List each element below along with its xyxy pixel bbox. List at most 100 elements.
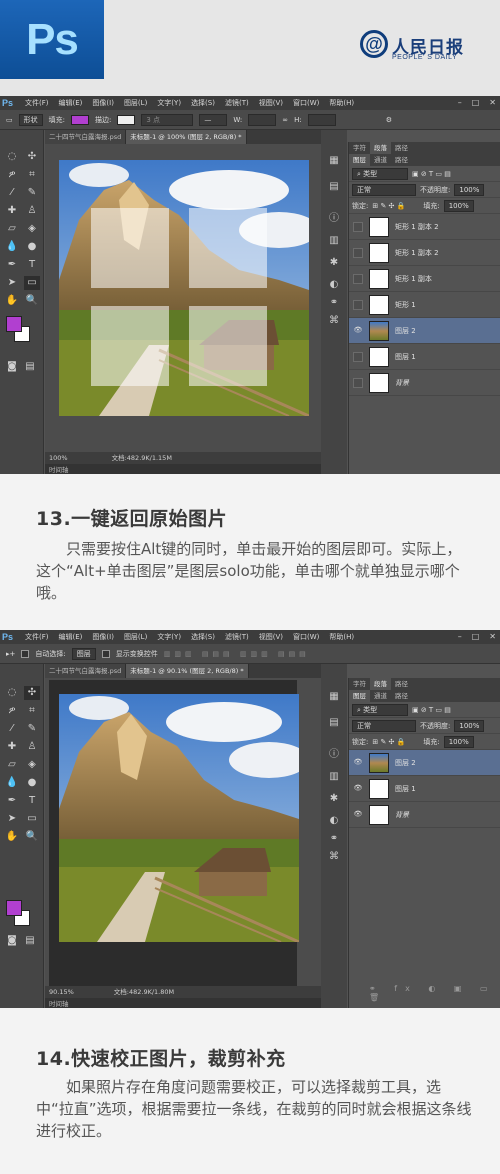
history-icon[interactable]: ▦ bbox=[326, 154, 342, 168]
adjustments-icon[interactable]: ◐ bbox=[326, 814, 342, 828]
layer-row[interactable]: 👁 图层 1 bbox=[349, 776, 500, 802]
tab-paths[interactable]: 路径 bbox=[391, 154, 412, 166]
channels-icon[interactable]: ⚭ bbox=[326, 296, 342, 310]
menu-file[interactable]: 文件(F) bbox=[25, 98, 49, 108]
width-field[interactable] bbox=[248, 113, 277, 126]
visibility-icon[interactable]: 👁 bbox=[353, 784, 363, 794]
styles-icon[interactable]: ✱ bbox=[326, 792, 342, 806]
blend-mode-select[interactable]: 正常 bbox=[352, 183, 416, 196]
marquee-tool-icon[interactable]: ◌ bbox=[4, 150, 20, 164]
bucket-tool-icon[interactable]: ◈ bbox=[24, 222, 40, 236]
properties-icon[interactable]: ▤ bbox=[326, 180, 342, 194]
menu-window[interactable]: 窗口(W) bbox=[293, 98, 319, 108]
move-tool-icon[interactable]: ✣ bbox=[24, 686, 40, 700]
brush-tool-icon[interactable]: ✎ bbox=[24, 722, 40, 736]
tab-path[interactable]: 路径 bbox=[391, 142, 412, 154]
white-rect-1[interactable] bbox=[91, 208, 169, 288]
tab-path[interactable]: 路径 bbox=[391, 678, 412, 690]
screen-mode-icon[interactable]: ▤ bbox=[22, 934, 38, 948]
channels-icon[interactable]: ⚭ bbox=[326, 832, 342, 846]
layer-row[interactable]: 矩形 1 bbox=[349, 292, 500, 318]
visibility-toggle[interactable]: 👁 bbox=[353, 326, 363, 336]
lock-icons[interactable]: ⊞ ✎ ✣ 🔒 bbox=[372, 202, 405, 210]
visibility-toggle[interactable] bbox=[353, 221, 363, 232]
stroke-type-select[interactable]: — bbox=[199, 113, 228, 126]
tab-paths[interactable]: 路径 bbox=[391, 690, 412, 702]
eyedropper-icon[interactable]: ⁄ bbox=[4, 186, 20, 200]
move-preset-icon[interactable]: ▸+ bbox=[6, 650, 15, 658]
auto-select-checkbox[interactable] bbox=[21, 649, 30, 658]
bucket-tool-icon[interactable]: ◈ bbox=[24, 758, 40, 772]
menu-image[interactable]: 图像(I) bbox=[92, 98, 114, 108]
align-icons[interactable]: ▥▥▥ ▤▤▤ ▥▥▥ ▤▤▤ bbox=[164, 650, 310, 658]
menu-edit[interactable]: 编辑(E) bbox=[59, 632, 83, 642]
show-transform-checkbox[interactable] bbox=[101, 649, 110, 658]
tab-layers[interactable]: 图层 bbox=[349, 690, 370, 702]
filter-icons[interactable]: ▣ ⊘ T ▭ ▤ bbox=[412, 170, 451, 178]
white-rect-3[interactable] bbox=[91, 306, 169, 386]
close-icon[interactable]: ✕ bbox=[489, 632, 496, 641]
menu-view[interactable]: 视图(V) bbox=[259, 632, 283, 642]
path-select-icon[interactable]: ➤ bbox=[4, 812, 20, 826]
close-icon[interactable]: ✕ bbox=[489, 98, 496, 107]
visibility-toggle[interactable] bbox=[353, 273, 363, 284]
white-rect-2[interactable] bbox=[189, 208, 267, 288]
height-field[interactable] bbox=[307, 113, 336, 126]
visibility-toggle[interactable] bbox=[353, 247, 363, 258]
paths-icon[interactable]: ⌘ bbox=[326, 850, 342, 864]
menu-layer[interactable]: 图层(L) bbox=[124, 98, 147, 108]
stroke-swatch[interactable] bbox=[117, 114, 136, 125]
brush-tool-icon[interactable]: ✎ bbox=[24, 186, 40, 200]
eraser-tool-icon[interactable]: ▱ bbox=[4, 222, 20, 236]
menu-view[interactable]: 视图(V) bbox=[259, 98, 283, 108]
blur-tool-icon[interactable]: 💧 bbox=[4, 776, 20, 790]
tool-preset-icon[interactable]: ▭ bbox=[6, 116, 13, 124]
fill-field[interactable]: 100% bbox=[443, 735, 474, 748]
dodge-tool-icon[interactable]: ● bbox=[24, 240, 40, 254]
menu-window[interactable]: 窗口(W) bbox=[293, 632, 319, 642]
rectangle-tool-icon[interactable]: ▭ bbox=[24, 812, 40, 826]
gear-icon[interactable]: ⚙ bbox=[386, 116, 392, 124]
shape-mode-select[interactable]: 形状 bbox=[18, 113, 43, 126]
layer-row-selected[interactable]: 👁 图层 2 bbox=[349, 318, 500, 344]
swatches-icon[interactable]: ▥ bbox=[326, 234, 342, 248]
link-icon[interactable]: ∞ bbox=[282, 116, 288, 124]
properties-icon[interactable]: ▤ bbox=[326, 716, 342, 730]
text-tool-icon[interactable]: T bbox=[24, 258, 40, 272]
stamp-tool-icon[interactable]: ♙ bbox=[24, 740, 40, 754]
blur-tool-icon[interactable]: 💧 bbox=[4, 240, 20, 254]
canvas-photo[interactable] bbox=[59, 160, 309, 416]
menu-filter[interactable]: 滤镜(T) bbox=[225, 632, 249, 642]
zoom-level[interactable]: 90.15% bbox=[49, 986, 74, 998]
panel-footer-icons[interactable]: ⚭ fx ◐ ▣ ▭ 🗑 bbox=[369, 984, 500, 1002]
layer-row[interactable]: 背景 bbox=[349, 370, 500, 396]
foreground-color-swatch[interactable] bbox=[6, 900, 22, 916]
tab-document-1[interactable]: 二十四节气白露海报.psd bbox=[45, 130, 127, 144]
tab-paragraph[interactable]: 段落 bbox=[370, 678, 391, 690]
hand-tool-icon[interactable]: ✋ bbox=[4, 294, 20, 308]
menu-type[interactable]: 文字(Y) bbox=[157, 98, 181, 108]
pen-tool-icon[interactable]: ✒ bbox=[4, 794, 20, 808]
timeline-panel[interactable]: 时间轴 bbox=[45, 464, 321, 474]
timeline-panel[interactable]: 时间轴 bbox=[45, 998, 321, 1008]
menu-file[interactable]: 文件(F) bbox=[25, 632, 49, 642]
fill-field[interactable]: 100% bbox=[443, 199, 474, 212]
visibility-icon[interactable]: 👁 bbox=[353, 810, 363, 820]
layer-row[interactable]: 图层 1 bbox=[349, 344, 500, 370]
healing-tool-icon[interactable]: ✚ bbox=[4, 204, 20, 218]
stroke-width-field[interactable]: 3 点 bbox=[141, 113, 194, 126]
menu-select[interactable]: 选择(S) bbox=[191, 632, 215, 642]
tab-layers[interactable]: 图层 bbox=[349, 154, 370, 166]
healing-tool-icon[interactable]: ✚ bbox=[4, 740, 20, 754]
quick-mask-icon[interactable]: ◙ bbox=[4, 934, 20, 948]
tab-character[interactable]: 字符 bbox=[349, 142, 370, 154]
eraser-tool-icon[interactable]: ▱ bbox=[4, 758, 20, 772]
blend-mode-select[interactable]: 正常 bbox=[352, 719, 416, 732]
minimize-icon[interactable]: – bbox=[458, 98, 462, 107]
layer-row[interactable]: 👁 背景 bbox=[349, 802, 500, 828]
stamp-tool-icon[interactable]: ♙ bbox=[24, 204, 40, 218]
marquee-tool-icon[interactable]: ◌ bbox=[4, 686, 20, 700]
fill-swatch[interactable] bbox=[70, 114, 89, 125]
move-tool-icon[interactable]: ✣ bbox=[24, 150, 40, 164]
menu-filter[interactable]: 滤镜(T) bbox=[225, 98, 249, 108]
